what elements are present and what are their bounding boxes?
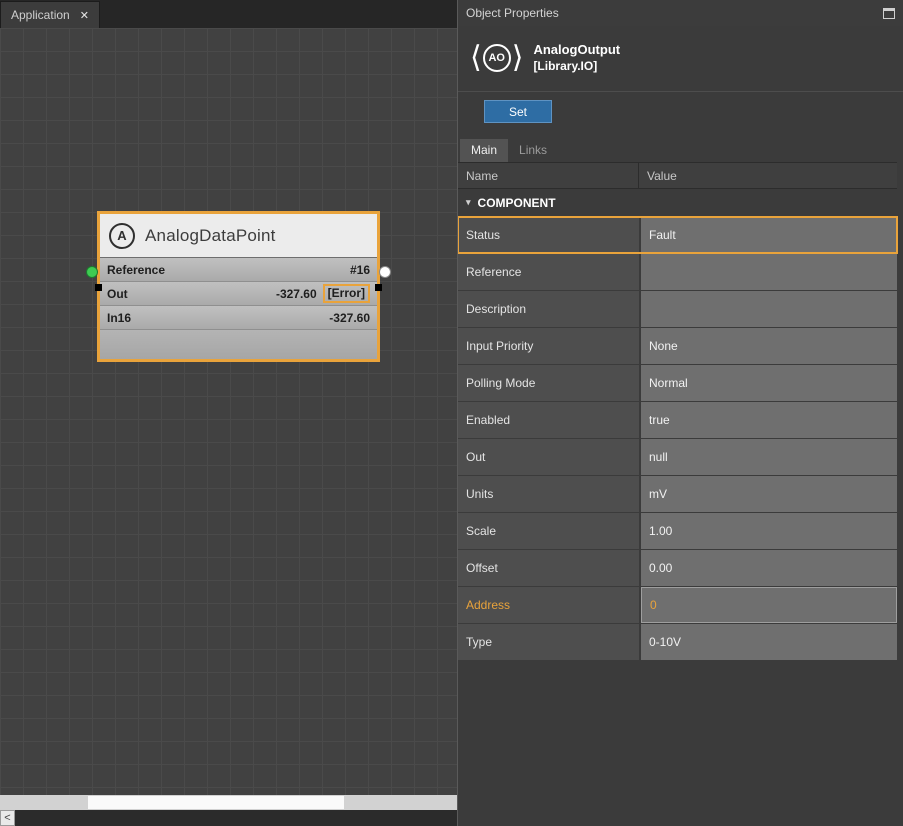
properties-tabs: Main Links bbox=[458, 139, 903, 162]
bottom-bar: < bbox=[0, 810, 457, 826]
set-button[interactable]: Set bbox=[484, 100, 552, 123]
panel-empty-area bbox=[458, 661, 897, 826]
icon-core: AO bbox=[483, 44, 511, 72]
scrollbar-thumb[interactable] bbox=[88, 796, 344, 809]
property-name: Type bbox=[458, 624, 639, 660]
analog-data-point-icon: A bbox=[109, 223, 135, 249]
property-name: Scale bbox=[458, 513, 639, 549]
collapse-triangle-icon: ▾ bbox=[466, 197, 471, 208]
property-name: Polling Mode bbox=[458, 365, 639, 401]
analog-data-point-block[interactable]: A AnalogDataPoint Reference #16 Out -327… bbox=[97, 211, 380, 362]
property-row-status[interactable]: Status Fault bbox=[458, 217, 897, 253]
section-component[interactable]: ▾ COMPONENT bbox=[458, 189, 897, 217]
block-title-bar[interactable]: A AnalogDataPoint bbox=[100, 214, 377, 258]
slot-value: -327.60 bbox=[276, 287, 317, 301]
property-value[interactable]: 1.00 bbox=[641, 513, 897, 549]
property-name: Units bbox=[458, 476, 639, 512]
property-value[interactable] bbox=[641, 254, 897, 290]
object-title: AnalogOutput bbox=[533, 42, 620, 57]
column-header-value: Value bbox=[639, 163, 897, 188]
block-slot-in16[interactable]: In16 -327.60 bbox=[100, 306, 377, 330]
property-name: Out bbox=[458, 439, 639, 475]
selection-handle-right[interactable] bbox=[375, 284, 382, 291]
analog-output-icon: ⟨ AO ⟩ bbox=[470, 43, 523, 73]
table-header: Name Value bbox=[458, 162, 897, 189]
block-slot-reference[interactable]: Reference #16 bbox=[100, 258, 377, 282]
property-row-reference[interactable]: Reference bbox=[458, 254, 897, 290]
block-slot-out[interactable]: Out -327.60 [Error] bbox=[100, 282, 377, 306]
property-value[interactable]: 0 bbox=[641, 587, 897, 623]
property-row-out[interactable]: Out null bbox=[458, 439, 897, 475]
object-header: ⟨ AO ⟩ AnalogOutput [Library.IO] bbox=[458, 26, 903, 91]
slot-name: Reference bbox=[107, 263, 165, 277]
property-name: Description bbox=[458, 291, 639, 327]
property-value[interactable]: null bbox=[641, 439, 897, 475]
property-row-scale[interactable]: Scale 1.00 bbox=[458, 513, 897, 549]
property-value[interactable]: Fault bbox=[641, 217, 897, 253]
property-row-polling-mode[interactable]: Polling Mode Normal bbox=[458, 365, 897, 401]
property-row-offset[interactable]: Offset 0.00 bbox=[458, 550, 897, 586]
tab-close-icon[interactable]: ✕ bbox=[80, 9, 89, 22]
property-value[interactable]: 0-10V bbox=[641, 624, 897, 660]
tab-links[interactable]: Links bbox=[508, 139, 558, 162]
property-name: Enabled bbox=[458, 402, 639, 438]
property-value[interactable]: 0.00 bbox=[641, 550, 897, 586]
properties-table: Name Value ▾ COMPONENT Status Fault Refe… bbox=[458, 162, 903, 826]
selection-handle-left[interactable] bbox=[95, 284, 102, 291]
property-value[interactable] bbox=[641, 291, 897, 327]
canvas-pane: Application ✕ A AnalogDataPoint Referenc… bbox=[0, 0, 457, 826]
property-row-enabled[interactable]: Enabled true bbox=[458, 402, 897, 438]
set-row: Set bbox=[458, 91, 903, 129]
property-name: Status bbox=[458, 217, 639, 253]
section-label: COMPONENT bbox=[478, 196, 556, 210]
slot-value: #16 bbox=[350, 263, 370, 277]
tab-application-label: Application bbox=[11, 8, 70, 22]
float-window-icon[interactable] bbox=[883, 8, 895, 19]
property-value[interactable]: Normal bbox=[641, 365, 897, 401]
error-badge: [Error] bbox=[323, 284, 370, 303]
property-row-type[interactable]: Type 0-10V bbox=[458, 624, 897, 660]
scroll-left-button[interactable]: < bbox=[0, 810, 15, 826]
property-row-address[interactable]: Address 0 bbox=[458, 587, 897, 623]
horizontal-scrollbar[interactable] bbox=[0, 795, 457, 810]
editor-tabbar: Application ✕ bbox=[0, 0, 457, 28]
icon-bracket-right: ⟩ bbox=[512, 43, 524, 73]
property-row-description[interactable]: Description bbox=[458, 291, 897, 327]
tab-application[interactable]: Application ✕ bbox=[0, 1, 100, 28]
slot-value: -327.60 bbox=[329, 311, 370, 325]
icon-bracket-left: ⟨ bbox=[470, 43, 482, 73]
block-title: AnalogDataPoint bbox=[145, 226, 276, 246]
property-value[interactable]: mV bbox=[641, 476, 897, 512]
object-properties-panel: Object Properties ⟨ AO ⟩ AnalogOutput [L… bbox=[457, 0, 903, 826]
tab-main[interactable]: Main bbox=[460, 139, 508, 162]
panel-title: Object Properties bbox=[466, 6, 559, 20]
input-port[interactable] bbox=[86, 266, 98, 278]
property-value[interactable]: None bbox=[641, 328, 897, 364]
property-value[interactable]: true bbox=[641, 402, 897, 438]
block-footer bbox=[100, 330, 377, 359]
app-window: Application ✕ A AnalogDataPoint Referenc… bbox=[0, 0, 903, 826]
column-header-name: Name bbox=[458, 163, 639, 188]
property-name: Input Priority bbox=[458, 328, 639, 364]
panel-header: Object Properties bbox=[458, 0, 903, 26]
object-subtitle: [Library.IO] bbox=[533, 59, 620, 73]
property-name: Address bbox=[458, 587, 639, 623]
property-name: Offset bbox=[458, 550, 639, 586]
property-row-input-priority[interactable]: Input Priority None bbox=[458, 328, 897, 364]
output-port[interactable] bbox=[379, 266, 391, 278]
slot-name: Out bbox=[107, 287, 128, 301]
property-name: Reference bbox=[458, 254, 639, 290]
property-row-units[interactable]: Units mV bbox=[458, 476, 897, 512]
wiresheet-canvas[interactable]: A AnalogDataPoint Reference #16 Out -327… bbox=[0, 28, 457, 795]
slot-name: In16 bbox=[107, 311, 131, 325]
